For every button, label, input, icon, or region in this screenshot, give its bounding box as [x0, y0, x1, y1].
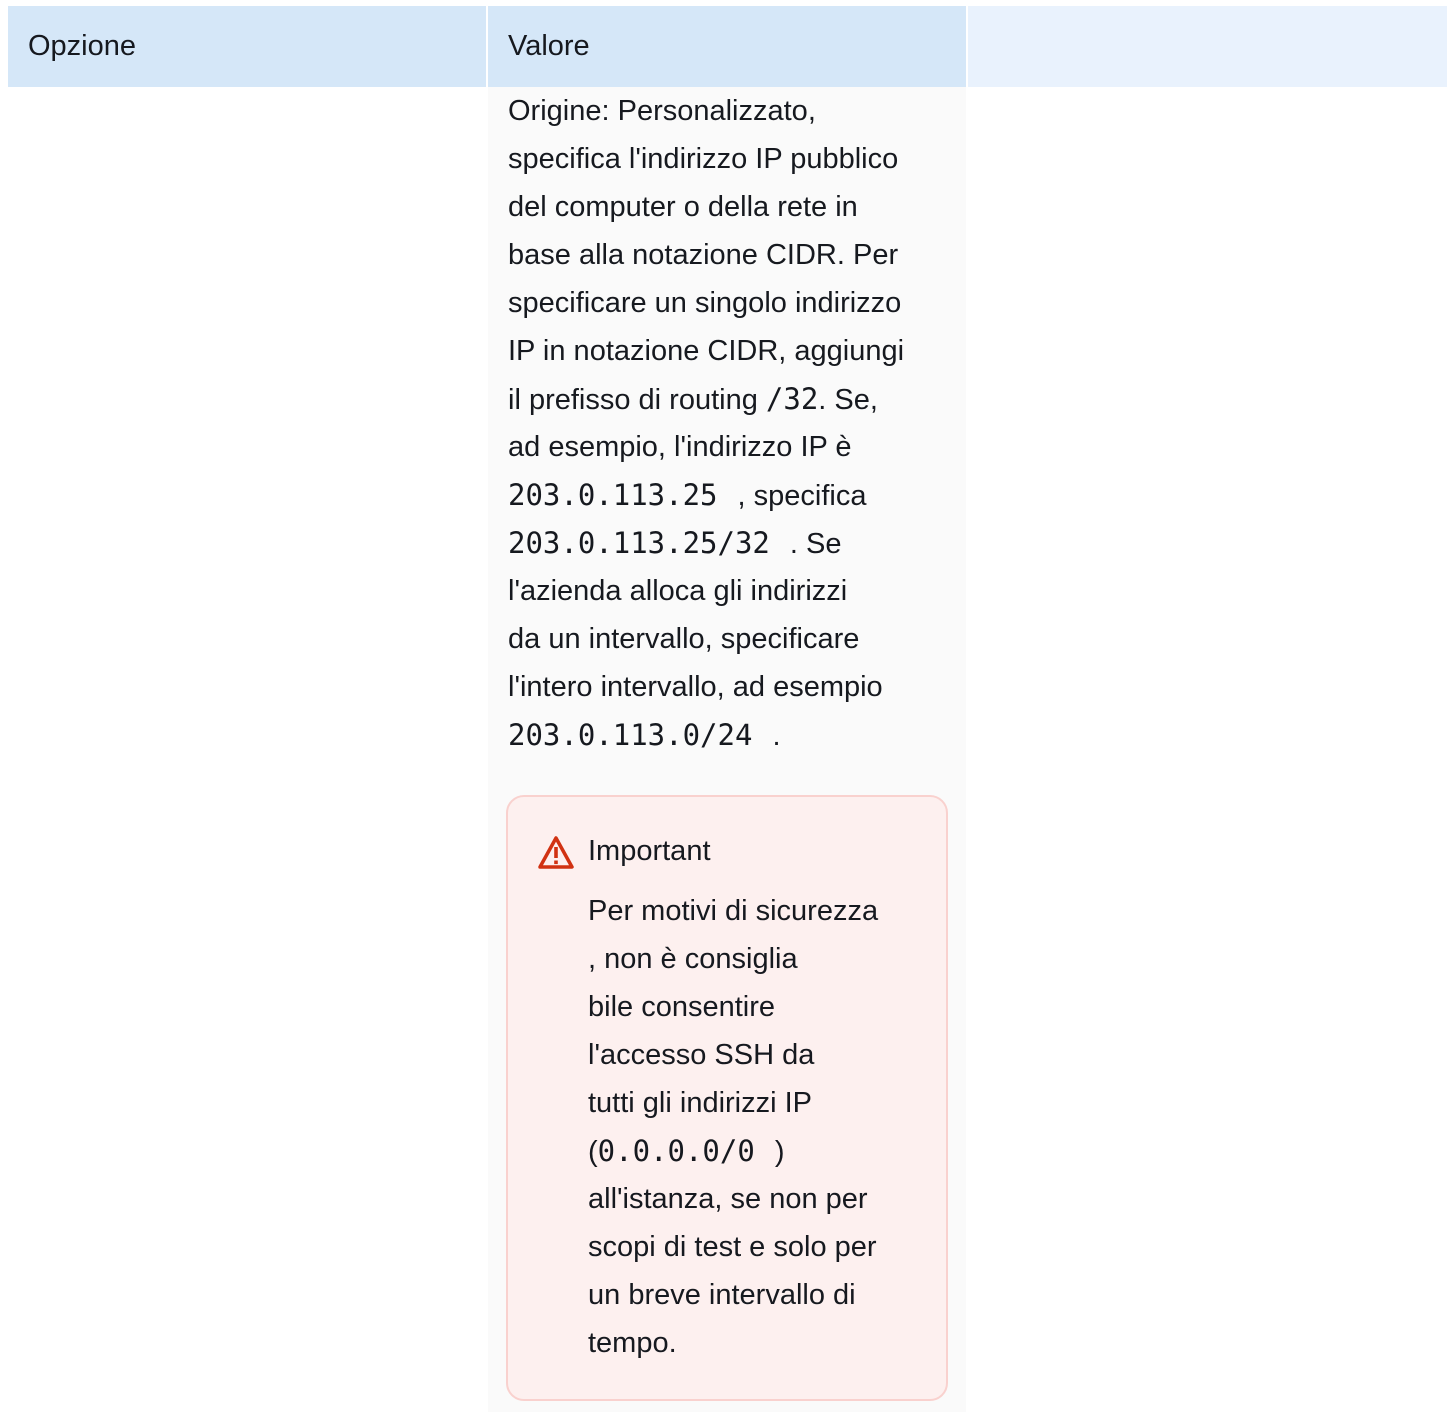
alert-line: all'istanza, se non per: [588, 1183, 868, 1215]
options-table: Opzione Valore Origine: Personalizzato, …: [8, 6, 1447, 1412]
option-cell: [8, 87, 486, 1412]
value-line: l'intero intervallo, ad esempio: [508, 671, 883, 703]
alert-line: bile consentire: [588, 991, 775, 1023]
empty-cell: [968, 87, 1447, 1412]
alert-line: , non è consiglia: [588, 943, 798, 975]
value-line: specificare un singolo indirizzo: [508, 287, 902, 319]
ip-after: , specifica: [737, 480, 867, 512]
warning-triangle-icon: [538, 836, 574, 869]
value-line: da un intervallo, specificare: [508, 623, 860, 655]
routing-prefix-line: il prefisso di routing /32. Se,: [508, 375, 948, 423]
alert-code-line: (0.0.0.0/0): [588, 1127, 878, 1175]
value-line: ad esempio, l'indirizzo IP è: [508, 431, 852, 463]
alert-title: Important: [588, 835, 711, 867]
value-description: Origine: Personalizzato, specifica l'ind…: [508, 87, 948, 759]
value-line: specifica l'indirizzo IP pubblico: [508, 143, 899, 175]
all-ips-code: 0.0.0.0/0: [597, 1134, 755, 1168]
alert-line: tutti gli indirizzi IP: [588, 1087, 813, 1119]
ip-cidr-code: 203.0.113.25/32: [508, 526, 770, 560]
value-line: Origine: Personalizzato,: [508, 95, 816, 127]
alert-paren-close: ): [774, 1136, 785, 1168]
alert-body: Per motivi di sicurezza , non è consigli…: [588, 887, 878, 1367]
alert-line: Per motivi di sicurezza: [588, 895, 879, 927]
range-after: .: [772, 720, 781, 752]
value-cell: Origine: Personalizzato, specifica l'ind…: [488, 87, 966, 1412]
important-alert: Important Per motivi di sicurezza , non …: [506, 795, 948, 1401]
range-line: 203.0.113.0/24.: [508, 711, 948, 759]
ip-cidr-line: 203.0.113.25/32 . Se: [508, 519, 948, 567]
alert-line: l'accesso SSH da: [588, 1039, 815, 1071]
ip-line: 203.0.113.25 , specifica: [508, 471, 948, 519]
alert-paren-open: (: [588, 1136, 598, 1168]
routing-text: il prefisso di routing: [508, 384, 766, 416]
alert-line: scopi di test e solo per: [588, 1231, 877, 1263]
header-option: Opzione: [8, 6, 486, 87]
header-empty-cell: [968, 6, 1447, 87]
ip-code: 203.0.113.25: [508, 478, 718, 512]
alert-line: un breve intervallo di: [588, 1279, 856, 1311]
value-line: IP in notazione CIDR, aggiungi: [508, 335, 905, 367]
value-line: l'azienda alloca gli indirizzi: [508, 575, 848, 607]
range-code: 203.0.113.0/24: [508, 718, 753, 752]
value-line: del computer o della rete in: [508, 191, 858, 223]
ip-cidr-after: . Se: [789, 528, 842, 560]
routing-after: . Se,: [818, 384, 878, 416]
alert-line: tempo.: [588, 1327, 677, 1359]
routing-prefix-code: /32: [765, 382, 819, 416]
header-value: Valore: [488, 6, 966, 87]
value-line: base alla notazione CIDR. Per: [508, 239, 899, 271]
